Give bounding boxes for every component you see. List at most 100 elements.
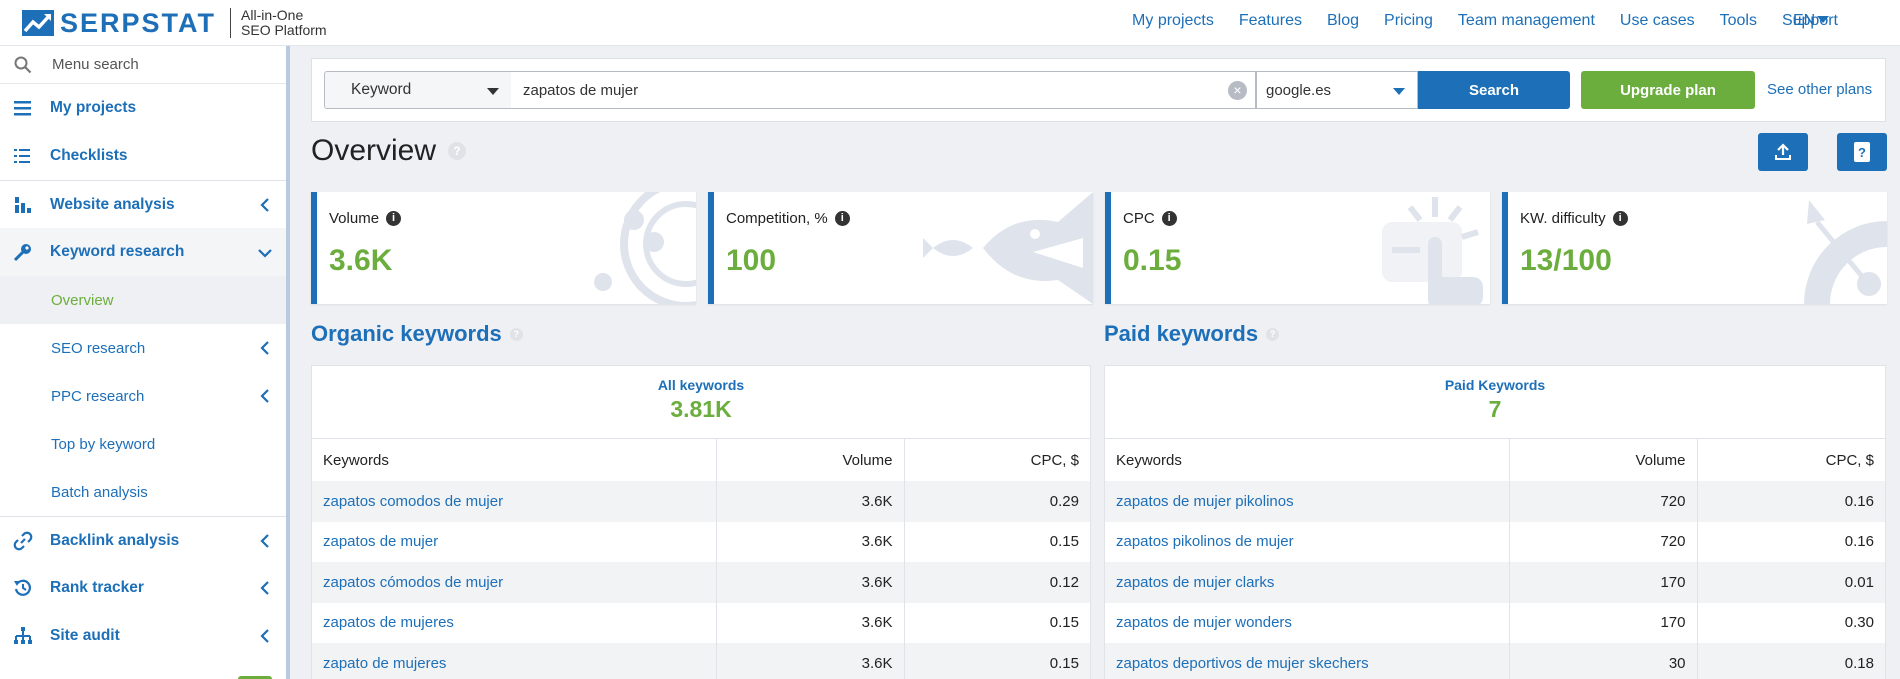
click-illustration-icon	[1382, 197, 1483, 304]
column-header-cpc[interactable]: CPC, $	[1697, 439, 1885, 481]
all-keywords-link[interactable]: All keywords	[312, 366, 1090, 393]
language-selector[interactable]: EN	[1793, 12, 1830, 30]
keyword-link[interactable]: zapatos de mujeres	[312, 602, 717, 643]
cpc-cell: 0.18	[1697, 643, 1885, 679]
keyword-link[interactable]: zapatos de mujer pikolinos	[1105, 481, 1510, 522]
help-button[interactable]: ?	[1837, 133, 1887, 171]
sitemap-icon	[14, 627, 32, 644]
card-volume: Volume i 3.6K	[311, 192, 696, 304]
cpc-cell: 0.30	[1844, 614, 1874, 632]
column-header-cpc[interactable]: CPC, $	[904, 439, 1090, 481]
info-icon[interactable]: ?	[509, 327, 523, 341]
card-value: 3.6K	[329, 244, 393, 277]
nav-use-cases[interactable]: Use cases	[1620, 12, 1695, 30]
info-icon[interactable]: i	[834, 211, 850, 226]
sidebar-item-rank-tracker[interactable]: Rank tracker	[0, 564, 286, 612]
column-header-volume[interactable]: Volume	[1509, 439, 1698, 481]
info-icon[interactable]: ?	[448, 142, 467, 160]
sidebar-item-checklists[interactable]: Checklists	[0, 132, 286, 180]
card-value: 0.15	[1123, 244, 1182, 277]
paid-keywords-table: Keywords Volume CPC, $ zapatos de mujer …	[1105, 439, 1885, 679]
keyword-link[interactable]: zapatos de mujer clarks	[1105, 562, 1510, 603]
table-row: zapatos de mujer 3.6K 0.15	[312, 521, 1090, 562]
card-label: CPC i	[1123, 210, 1177, 227]
nav-my-projects[interactable]: My projects	[1132, 12, 1214, 30]
keyword-link[interactable]: zapatos pikolinos de mujer	[1105, 521, 1510, 562]
sidebar-subitem-seo-research[interactable]: SEO research	[0, 324, 286, 372]
nav-team-management[interactable]: Team management	[1458, 12, 1595, 30]
sidebar-item-label: My projects	[50, 99, 137, 116]
search-button[interactable]: Search	[1418, 71, 1570, 109]
keyword-link[interactable]: zapatos de mujer	[312, 521, 717, 562]
column-header-volume[interactable]: Volume	[716, 439, 905, 481]
sidebar-item-label: Site audit	[50, 627, 120, 644]
sidebar-item-backlink-analysis[interactable]: Backlink analysis	[0, 516, 286, 564]
orbit-illustration-icon	[594, 192, 696, 304]
sidebar-subitem-top-by-keyword[interactable]: Top by keyword	[0, 420, 286, 468]
info-icon[interactable]: ?	[1266, 327, 1280, 341]
sidebar-item-label: SEO research	[51, 339, 146, 357]
table-row: zapatos de mujeres 3.6K 0.15	[312, 602, 1090, 643]
nav-pricing[interactable]: Pricing	[1384, 12, 1433, 30]
logo-wordmark: SERPSTAT	[60, 7, 217, 38]
sidebar-subitem-ppc-research[interactable]: PPC research	[0, 372, 286, 420]
sidebar-item-website-analysis[interactable]: Website analysis	[0, 180, 286, 228]
sidebar-item-my-projects[interactable]: My projects	[0, 84, 286, 132]
column-header-keywords[interactable]: Keywords	[312, 439, 717, 481]
info-icon[interactable]: i	[386, 211, 402, 226]
upgrade-plan-button[interactable]: Upgrade plan	[1581, 71, 1755, 109]
table-row: zapatos cómodos de mujer 3.6K 0.12	[312, 562, 1090, 603]
info-icon[interactable]: i	[1161, 211, 1177, 226]
info-icon[interactable]: i	[1612, 211, 1628, 226]
nav-tools[interactable]: Tools	[1720, 12, 1757, 30]
menu-search[interactable]: Menu search	[0, 46, 286, 84]
logo-divider	[230, 8, 232, 38]
cpc-cell: 0.15	[1049, 614, 1079, 632]
cpc-cell: 0.12	[904, 562, 1090, 603]
card-label-text: Volume	[329, 210, 380, 227]
keyword-link[interactable]: zapatos deportivos de mujer skechers	[1105, 643, 1510, 679]
volume-cell: 3.6K	[716, 562, 905, 603]
table-row: zapatos de mujer clarks 170 0.01	[1105, 562, 1885, 603]
card-value: 13/100	[1520, 244, 1612, 277]
hamburger-icon	[14, 101, 31, 116]
volume-cell: 3.6K	[716, 643, 905, 679]
nav-features[interactable]: Features	[1239, 12, 1302, 30]
manual-icon: ?	[1854, 142, 1870, 162]
paid-keywords-link[interactable]: Paid Keywords	[1105, 366, 1885, 393]
volume-cell: 3.6K	[716, 602, 905, 643]
logo-chart-icon	[22, 10, 54, 36]
serpstat-logo[interactable]: SERPSTAT All-in-One SEO Platform	[22, 6, 327, 40]
sidebar-item-keyword-research[interactable]: Keyword research	[0, 228, 286, 276]
search-type-select[interactable]: Keyword	[324, 71, 512, 109]
search-input[interactable]: zapatos de mujer ×	[511, 71, 1256, 109]
see-other-plans-link[interactable]: See other plans	[1767, 81, 1872, 98]
export-button[interactable]	[1758, 133, 1808, 171]
sidebar-subitem-batch-analysis[interactable]: Batch analysis	[0, 468, 286, 516]
volume-cell: 720	[1509, 481, 1698, 522]
card-label: Volume i	[329, 210, 402, 227]
table-header-row: Keywords Volume CPC, $	[1105, 439, 1885, 481]
table-row: zapatos de mujer pikolinos 720 0.16	[1105, 481, 1885, 522]
chevron-left-icon	[260, 581, 269, 595]
keyword-link[interactable]: zapato de mujeres	[312, 643, 717, 679]
sidebar-item-label: Keyword research	[50, 243, 185, 260]
cpc-cell: 0.29	[904, 481, 1090, 522]
sidebar-item-label: Rank tracker	[50, 579, 144, 596]
keyword-link[interactable]: zapatos cómodos de mujer	[312, 562, 717, 603]
checklist-icon	[14, 149, 30, 163]
cpc-cell: 0.15	[1049, 533, 1079, 551]
database-select[interactable]: google.es	[1256, 71, 1418, 109]
sidebar-subitem-overview[interactable]: Overview	[0, 276, 286, 324]
sidebar-item-site-audit[interactable]: Site audit	[0, 612, 286, 660]
keyword-link[interactable]: zapatos comodos de mujer	[312, 481, 717, 522]
chevron-left-icon	[260, 629, 269, 643]
nav-blog[interactable]: Blog	[1327, 12, 1359, 30]
organic-summary: All keywords 3.81K	[312, 366, 1090, 439]
cpc-cell: 0.16	[1697, 481, 1885, 522]
keyword-link[interactable]: zapatos de mujer wonders	[1105, 602, 1510, 643]
card-competition: Competition, % i 100	[708, 192, 1093, 304]
organic-keywords-table: Keywords Volume CPC, $ zapatos comodos d…	[312, 439, 1090, 679]
clear-icon[interactable]: ×	[1228, 81, 1247, 100]
column-header-keywords[interactable]: Keywords	[1105, 439, 1510, 481]
